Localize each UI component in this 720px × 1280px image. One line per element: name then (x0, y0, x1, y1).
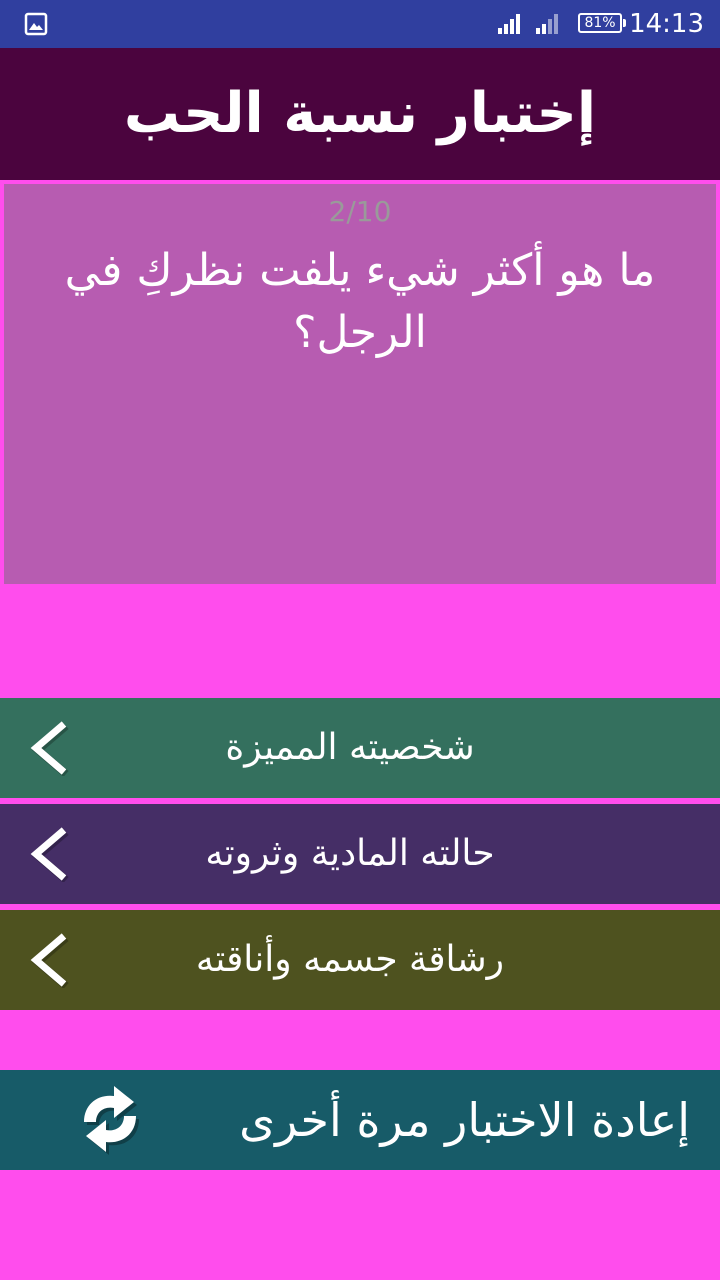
battery-icon: 81% (578, 13, 626, 33)
answer-label: شخصيته المميزة (225, 727, 475, 768)
question-card: 2/10 ما هو أكثر شيء يلفت نظركِ في الرجل؟ (4, 184, 716, 584)
answer-option-3[interactable]: رشاقة جسمه وأناقته (0, 910, 720, 1010)
question-counter: 2/10 (328, 195, 392, 228)
answer-option-1[interactable]: شخصيته المميزة (0, 698, 720, 798)
chevron-left-icon (30, 933, 69, 988)
signal-icon (536, 14, 558, 34)
status-bar: 81% 14:13 (0, 0, 720, 48)
battery-level: 81% (584, 15, 616, 31)
answer-label: حالته المادية وثروته (205, 833, 495, 874)
refresh-icon (84, 1086, 139, 1155)
answer-option-2[interactable]: حالته المادية وثروته (0, 804, 720, 904)
question-text: ما هو أكثر شيء يلفت نظركِ في الرجل؟ (64, 245, 656, 358)
answer-label: رشاقة جسمه وأناقته (195, 939, 505, 980)
clock: 14:13 (629, 9, 704, 39)
gallery-icon (24, 12, 48, 36)
app-title: إختبار نسبة الحب (123, 81, 597, 146)
chevron-left-icon (30, 721, 69, 776)
retry-label: إعادة الاختبار مرة أخرى (239, 1093, 690, 1147)
app-bar: إختبار نسبة الحب (0, 48, 720, 180)
retry-button[interactable]: إعادة الاختبار مرة أخرى (0, 1070, 720, 1170)
signal-icon (498, 14, 520, 34)
chevron-left-icon (30, 827, 69, 882)
